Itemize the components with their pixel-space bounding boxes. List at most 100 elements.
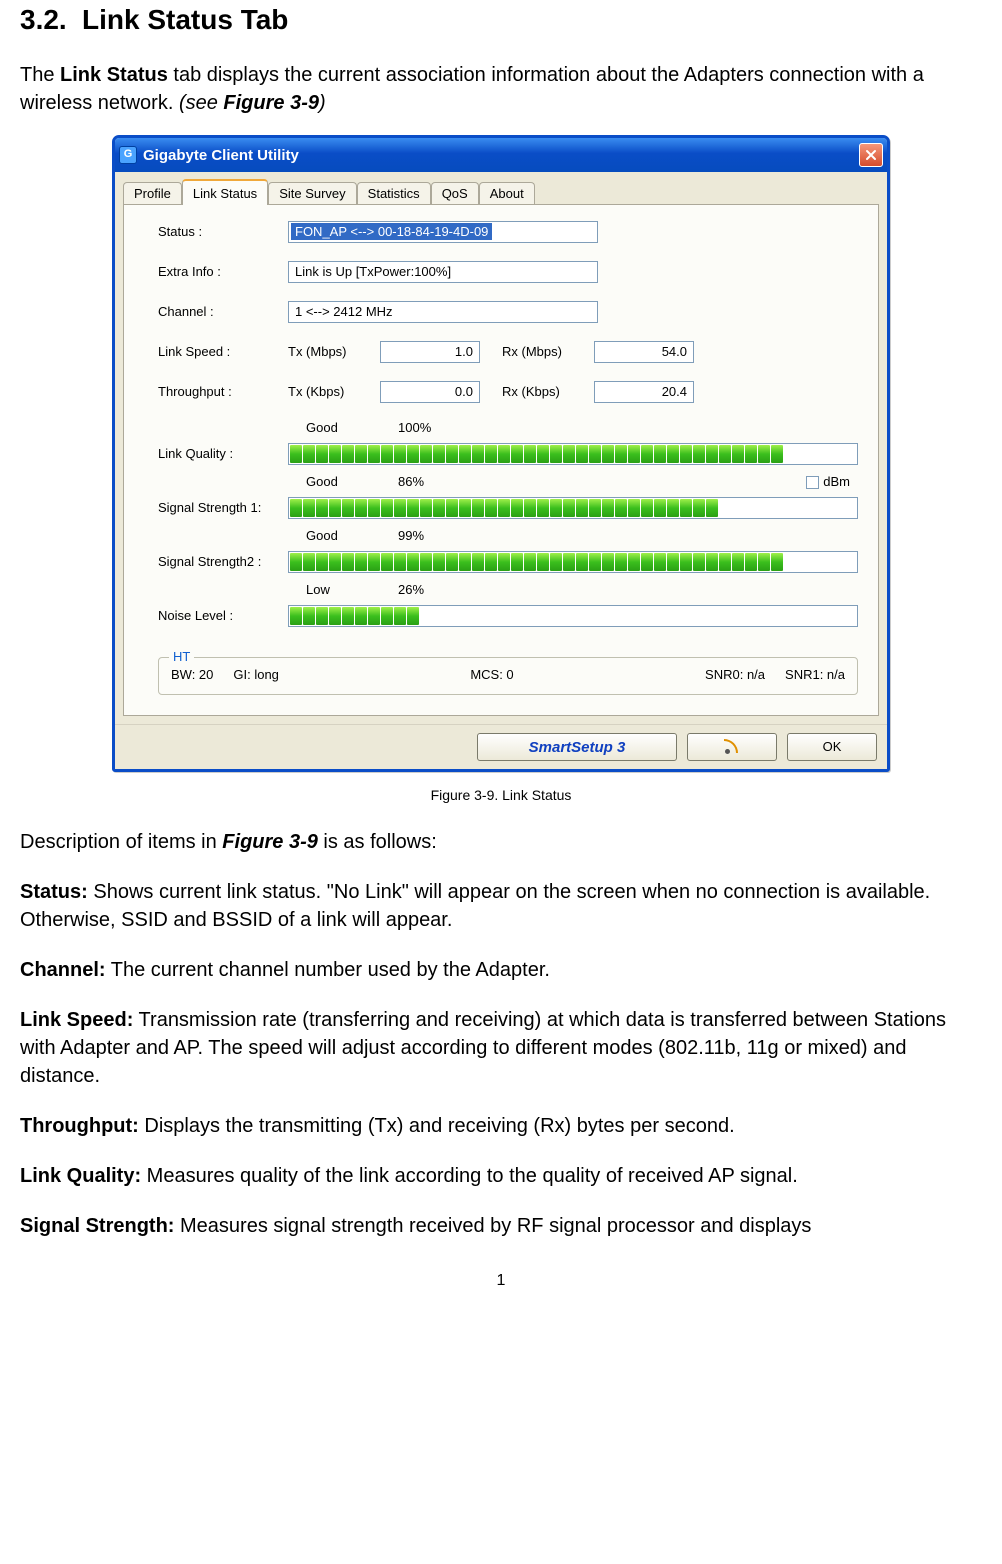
progress-segment [342,499,354,517]
progress-segment [485,499,497,517]
progress-segment [485,553,497,571]
tx-mbps-label: Tx (Mbps) [288,343,380,361]
progress-segment [602,499,614,517]
description-item: Link Quality: Measures quality of the li… [20,1162,982,1190]
progress-segment [771,445,783,463]
description-text: Measures signal strength received by RF … [174,1215,811,1237]
progress-segment [602,553,614,571]
radio-button[interactable] [687,733,777,761]
progress-segment [706,553,718,571]
progress-segment [680,553,692,571]
progress-segment [537,553,549,571]
progress-segment [537,445,549,463]
progress-segment [498,445,510,463]
link-quality-pct: 100% [398,419,478,437]
progress-segment [290,607,302,625]
noise-pct: 26% [398,581,478,599]
progress-segment [394,607,406,625]
progress-segment [667,499,679,517]
progress-segment [654,445,666,463]
progress-segment [433,499,445,517]
progress-segment [654,553,666,571]
app-icon: G [119,146,137,164]
description-term: Channel: [20,959,106,981]
progress-segment [576,445,588,463]
tab-site-survey[interactable]: Site Survey [268,182,356,204]
description-term: Link Speed: [20,1009,133,1031]
progress-segment [563,499,575,517]
close-button[interactable] [859,143,883,167]
titlebar[interactable]: G Gigabyte Client Utility [115,138,887,172]
progress-segment [524,499,536,517]
progress-segment [316,553,328,571]
tx-kbps-value: 0.0 [380,381,480,403]
rx-mbps-label: Rx (Mbps) [502,343,594,361]
dbm-checkbox[interactable] [806,476,819,489]
tab-statistics[interactable]: Statistics [357,182,431,204]
close-icon [865,149,877,161]
throughput-label: Throughput : [158,383,288,401]
progress-segment [355,607,367,625]
progress-segment [355,553,367,571]
progress-segment [563,553,575,571]
ht-snr1: SNR1: n/a [785,666,845,684]
channel-value: 1 <--> 2412 MHz [288,301,598,323]
progress-segment [316,607,328,625]
progress-segment [394,445,406,463]
progress-segment [290,445,302,463]
signal1-label: Signal Strength 1: [158,499,288,517]
description-term: Signal Strength: [20,1215,174,1237]
progress-segment [342,553,354,571]
tx-kbps-label: Tx (Kbps) [288,383,380,401]
progress-segment [329,499,341,517]
progress-segment [602,445,614,463]
progress-segment [433,553,445,571]
progress-segment [329,553,341,571]
smartsetup-button[interactable]: SmartSetup 3 [477,733,677,761]
description-term: Link Quality: [20,1165,141,1187]
progress-segment [680,445,692,463]
link-quality-word: Good [288,419,398,437]
progress-segment [316,499,328,517]
tab-about[interactable]: About [479,182,535,204]
progress-segment [342,445,354,463]
progress-segment [745,553,757,571]
progress-segment [368,499,380,517]
description-term: Throughput: [20,1115,139,1137]
progress-segment [459,553,471,571]
tab-profile[interactable]: Profile [123,182,182,204]
progress-segment [472,445,484,463]
progress-segment [693,445,705,463]
progress-segment [407,445,419,463]
tab-link-status[interactable]: Link Status [182,179,268,205]
progress-segment [446,553,458,571]
progress-segment [576,553,588,571]
progress-segment [368,445,380,463]
noise-word: Low [288,581,398,599]
noise-bar [288,605,858,627]
progress-segment [459,499,471,517]
progress-segment [433,445,445,463]
tab-qos[interactable]: QoS [431,182,479,204]
signal2-bar [288,551,858,573]
page-number: 1 [20,1270,982,1292]
progress-segment [329,607,341,625]
progress-segment [329,445,341,463]
rx-kbps-label: Rx (Kbps) [502,383,594,401]
progress-segment [420,553,432,571]
progress-segment [732,553,744,571]
progress-segment [511,553,523,571]
progress-segment [446,499,458,517]
progress-segment [693,553,705,571]
progress-segment [524,553,536,571]
rx-mbps-value: 54.0 [594,341,694,363]
ok-button[interactable]: OK [787,733,877,761]
progress-segment [537,499,549,517]
progress-segment [303,553,315,571]
progress-segment [667,445,679,463]
progress-segment [511,499,523,517]
description-text: Transmission rate (transferring and rece… [20,1009,946,1087]
description-item: Signal Strength: Measures signal strengt… [20,1212,982,1240]
progress-segment [472,553,484,571]
progress-segment [641,553,653,571]
